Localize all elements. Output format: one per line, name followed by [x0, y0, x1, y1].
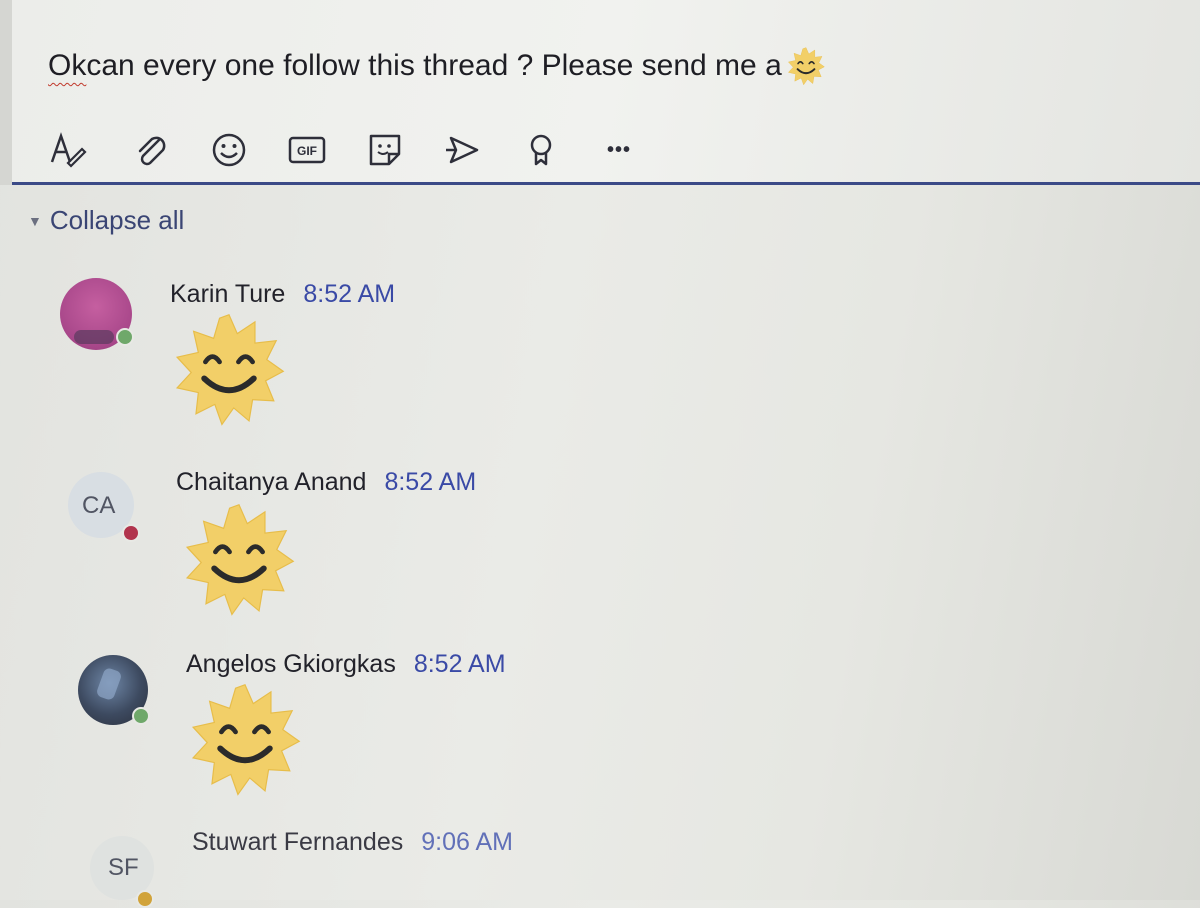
- collapse-all-button[interactable]: ▼ Collapse all: [28, 205, 184, 236]
- compose-text-misspelled-word: Ok: [48, 49, 87, 82]
- message-time: 9:06 AM: [421, 828, 513, 856]
- attach-button[interactable]: [112, 128, 190, 172]
- sticker-icon: [369, 134, 401, 166]
- sun-smile-emoji-icon: [786, 46, 826, 86]
- avatar-initials: SF: [108, 854, 139, 881]
- presence-busy-icon: [122, 524, 140, 542]
- collapse-all-label: Collapse all: [49, 205, 185, 235]
- avatar[interactable]: SF: [90, 836, 154, 908]
- meet-button[interactable]: [424, 128, 502, 172]
- meet-icon: [446, 136, 479, 164]
- author-name[interactable]: Chaitanya Anand: [176, 468, 366, 496]
- author-name[interactable]: Stuwart Fernandes: [192, 828, 403, 856]
- author-name[interactable]: Angelos Gkiorgkas: [186, 650, 396, 678]
- avatar[interactable]: [60, 278, 134, 350]
- compose-text[interactable]: Ok can every one follow this thread ? Pl…: [48, 46, 826, 86]
- sticker-button[interactable]: [346, 128, 424, 172]
- presence-away-icon: [136, 890, 154, 908]
- emoji-icon: [212, 133, 246, 167]
- more-options-button[interactable]: •••: [580, 128, 658, 172]
- format-icon: [50, 132, 87, 168]
- compose-divider: [12, 182, 1200, 185]
- avatar-initials: CA: [82, 492, 116, 519]
- caret-down-icon: ▼: [28, 212, 42, 229]
- emoji-button[interactable]: [190, 128, 268, 172]
- format-button[interactable]: [48, 128, 112, 172]
- author-name[interactable]: Karin Ture: [170, 280, 285, 308]
- more-icon: •••: [606, 138, 631, 161]
- sun-smile-emoji-icon: [180, 500, 298, 618]
- sun-smile-emoji-icon: [186, 680, 304, 798]
- compose-text-body: can every one follow this thread ? Pleas…: [86, 49, 782, 82]
- gif-button[interactable]: GIF: [268, 128, 346, 172]
- sun-smile-emoji-icon: [170, 310, 288, 428]
- message-time: 8:52 AM: [413, 650, 506, 678]
- message-time: 8:52 AM: [384, 468, 477, 496]
- presence-available-icon: [116, 328, 134, 346]
- message-time: 8:52 AM: [303, 280, 396, 308]
- svg-text:GIF: GIF: [297, 144, 317, 158]
- praise-button[interactable]: [502, 128, 580, 172]
- avatar[interactable]: CA: [68, 472, 140, 542]
- avatar[interactable]: [78, 655, 150, 725]
- compose-box[interactable]: Ok can every one follow this thread ? Pl…: [0, 0, 1200, 185]
- presence-available-icon: [132, 707, 150, 725]
- gif-icon: GIF: [288, 136, 326, 164]
- praise-icon: [530, 134, 552, 166]
- attach-icon: [138, 136, 166, 166]
- compose-toolbar: GIF •••: [48, 128, 658, 172]
